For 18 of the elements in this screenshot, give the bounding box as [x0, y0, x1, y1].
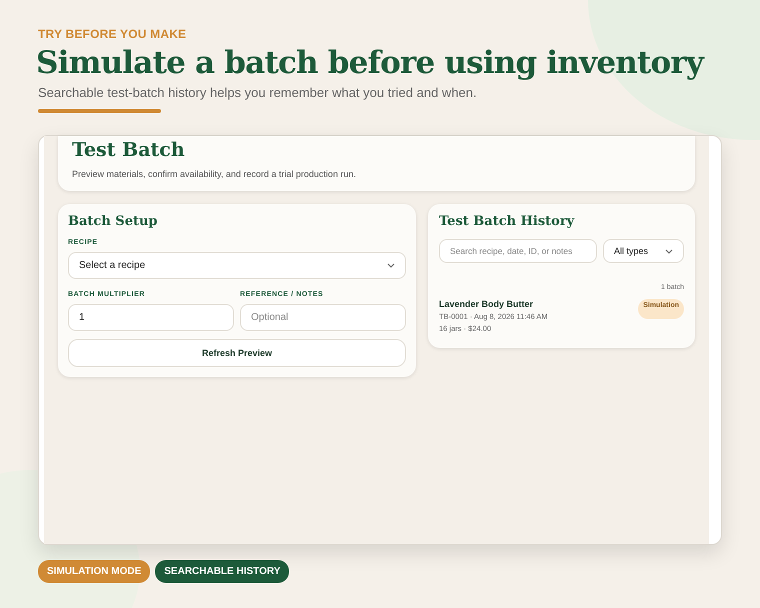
type-filter-select[interactable]: All types: [603, 239, 684, 263]
feature-tag: SEARCHABLE HISTORY: [155, 560, 290, 583]
app-description: Preview materials, confirm availability, and record a trial production run.: [72, 169, 357, 179]
batch-name: Lavender Body Butter: [439, 299, 534, 309]
chevron-down-icon: [387, 263, 395, 268]
chevron-down-icon: [665, 248, 673, 254]
recipe-select[interactable]: Select a recipe: [68, 252, 406, 279]
panel-title: Test Batch History: [439, 214, 576, 229]
multiplier-input[interactable]: 1: [68, 304, 234, 331]
feature-tag: SIMULATION MODE: [38, 560, 150, 583]
app-title: Test Batch: [72, 139, 186, 161]
search-field[interactable]: Search recipe, date, ID, or notes: [439, 239, 597, 263]
refresh-preview-button[interactable]: Refresh Preview: [68, 339, 406, 367]
eyebrow-text: TRY BEFORE YOU MAKE: [38, 27, 188, 41]
headline: Simulate a batch before using inventory: [36, 44, 706, 83]
subtitle: Searchable test-batch history helps you remember what you tried and when.: [38, 85, 478, 100]
notes-input[interactable]: Optional: [240, 304, 406, 331]
panel-title: Batch Setup: [68, 214, 159, 229]
